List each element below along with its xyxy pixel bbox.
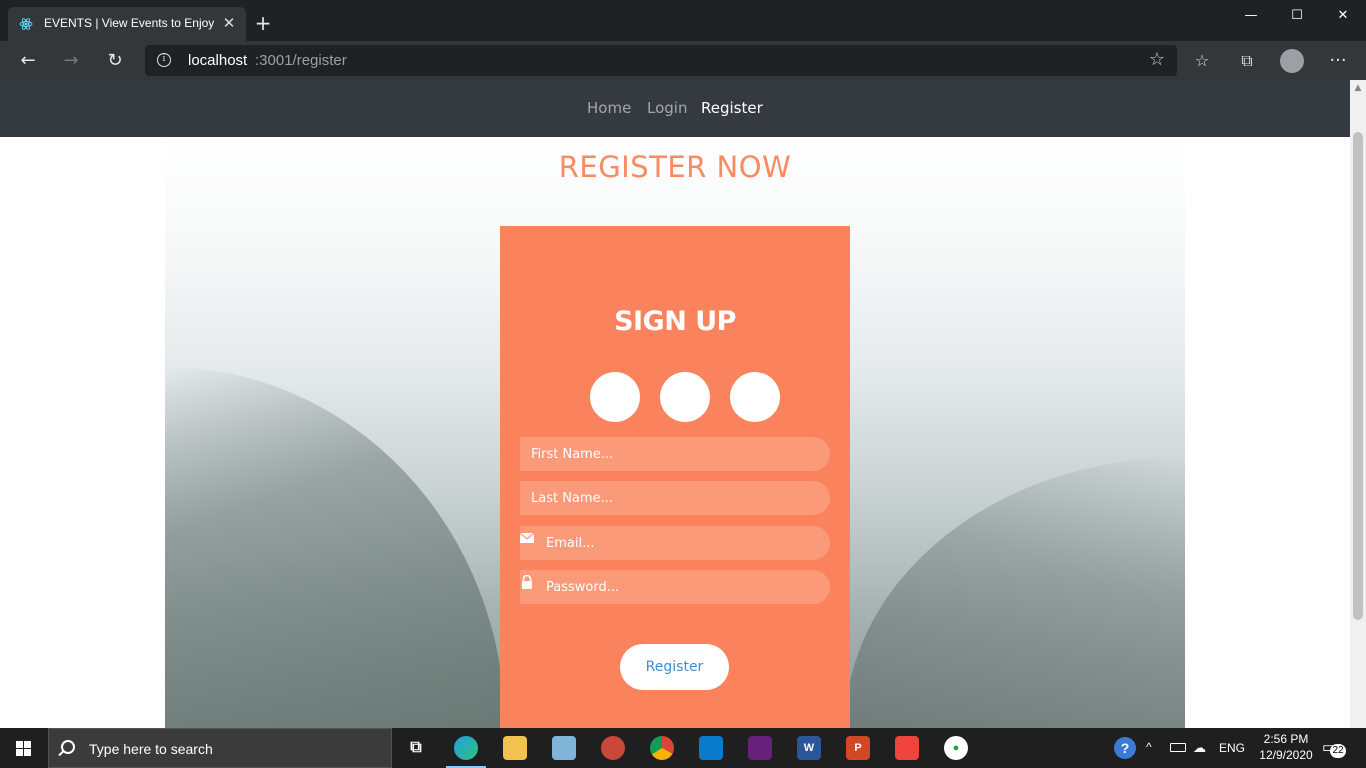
taskbar-clock[interactable]: 2:56 PM 12/9/2020: [1256, 731, 1316, 768]
forest-hill-right: [845, 457, 1185, 728]
powerpoint-icon: P: [846, 736, 870, 760]
social-login-button-1[interactable]: [590, 372, 640, 422]
network-icon[interactable]: ☁: [1193, 740, 1206, 768]
address-bar[interactable]: i localhost :3001/register ☆: [145, 45, 1177, 76]
visual-studio-icon: [748, 736, 772, 760]
email-field-wrapper: [520, 526, 830, 560]
notification-center-button[interactable]: ▭ 22: [1322, 738, 1346, 758]
word-icon: W: [797, 736, 821, 760]
input-language[interactable]: ENG: [1219, 741, 1245, 768]
show-hidden-icons-chevron-icon[interactable]: ^: [1146, 740, 1152, 768]
notification-count-badge: 22: [1330, 744, 1346, 758]
minimize-icon[interactable]: —: [1228, 0, 1274, 32]
url-host: localhost: [188, 52, 248, 69]
close-tab-icon[interactable]: ✕: [218, 12, 240, 34]
anydesk-icon: [895, 736, 919, 760]
social-login-button-2[interactable]: [660, 372, 710, 422]
scrollbar-thumb[interactable]: [1353, 132, 1363, 620]
nav-link-register[interactable]: Register: [701, 99, 763, 117]
mongodb-icon: ●: [944, 736, 968, 760]
windows-logo-icon: [16, 741, 32, 756]
nav-link-home[interactable]: Home: [587, 99, 631, 117]
taskbar-app-1[interactable]: [540, 728, 588, 768]
react-logo-icon: [19, 18, 33, 30]
tab-title: EVENTS | View Events to Enjoy: [44, 16, 215, 30]
site-navbar: Home Login Register: [0, 80, 1350, 137]
site-info-icon[interactable]: i: [157, 53, 171, 67]
browser-tab[interactable]: EVENTS | View Events to Enjoy ✕: [8, 7, 246, 41]
password-field-wrapper: [520, 570, 830, 604]
reload-icon[interactable]: ↻: [101, 47, 129, 75]
edge-icon: [454, 736, 478, 760]
taskbar-powerpoint[interactable]: P: [834, 728, 882, 768]
taskbar-search-placeholder: Type here to search: [89, 741, 213, 757]
forward-arrow-icon[interactable]: →: [57, 47, 85, 75]
battery-icon[interactable]: [1170, 743, 1186, 752]
favorite-star-icon[interactable]: ☆: [1149, 49, 1165, 70]
task-view-button[interactable]: ⧉: [392, 728, 440, 768]
register-button[interactable]: Register: [620, 644, 729, 690]
more-options-icon[interactable]: ···: [1326, 49, 1350, 73]
page-scrollbar[interactable]: ▲: [1350, 80, 1366, 728]
maximize-icon[interactable]: ☐: [1274, 0, 1320, 32]
nav-link-login[interactable]: Login: [647, 99, 687, 117]
taskbar-anydesk[interactable]: [883, 728, 931, 768]
vscode-icon: [699, 736, 723, 760]
taskbar-edge[interactable]: [442, 728, 490, 768]
collections-icon[interactable]: ⧉: [1235, 49, 1259, 73]
new-tab-icon[interactable]: +: [252, 12, 274, 34]
page-title: REGISTER NOW: [558, 150, 792, 184]
taskbar-vscode[interactable]: [687, 728, 735, 768]
forest-hill-left: [165, 367, 505, 728]
last-name-input[interactable]: [520, 481, 830, 515]
paint-icon: [601, 736, 625, 760]
email-input[interactable]: [520, 526, 830, 560]
taskbar-file-explorer[interactable]: [491, 728, 539, 768]
folder-icon: [503, 736, 527, 760]
windows-taskbar: Type here to search ⧉ W P ● ? ^ ☁ ENG 2:…: [0, 728, 1366, 768]
signup-title: SIGN UP: [614, 306, 736, 337]
url-path: :3001/register: [255, 52, 347, 69]
taskbar-word[interactable]: W: [785, 728, 833, 768]
signup-card: SIGN UP Register: [500, 226, 850, 728]
clock-date: 12/9/2020: [1259, 748, 1313, 762]
password-input[interactable]: [520, 570, 830, 604]
last-name-field-wrapper: [520, 481, 830, 515]
taskbar-mongodb-compass[interactable]: ●: [932, 728, 980, 768]
first-name-input[interactable]: [520, 437, 830, 471]
page-viewport: Home Login Register REGISTER NOW SIGN UP: [0, 80, 1350, 728]
first-name-field-wrapper: [520, 437, 830, 471]
taskbar-visual-studio[interactable]: [736, 728, 784, 768]
start-button[interactable]: [0, 728, 48, 768]
window-close-icon[interactable]: ✕: [1320, 0, 1366, 32]
browser-toolbar: ← → ↻ i localhost :3001/register ☆ ☆ ⧉ ·…: [0, 41, 1366, 80]
taskbar-app-2[interactable]: [589, 728, 637, 768]
back-arrow-icon[interactable]: ←: [14, 47, 42, 75]
scroll-up-arrow-icon[interactable]: ▲: [1350, 80, 1366, 96]
help-icon[interactable]: ?: [1114, 737, 1136, 759]
social-login-button-3[interactable]: [730, 372, 780, 422]
favorites-icon[interactable]: ☆: [1190, 49, 1214, 73]
taskbar-search-box[interactable]: Type here to search: [48, 728, 392, 768]
app-icon: [552, 736, 576, 760]
browser-tab-strip: EVENTS | View Events to Enjoy ✕ + — ☐ ✕: [0, 0, 1366, 41]
search-icon: [61, 740, 75, 754]
clock-time: 2:56 PM: [1263, 732, 1309, 746]
profile-avatar[interactable]: [1280, 49, 1304, 73]
chrome-icon: [650, 736, 674, 760]
task-view-icon: ⧉: [410, 739, 422, 756]
taskbar-chrome[interactable]: [638, 728, 686, 768]
